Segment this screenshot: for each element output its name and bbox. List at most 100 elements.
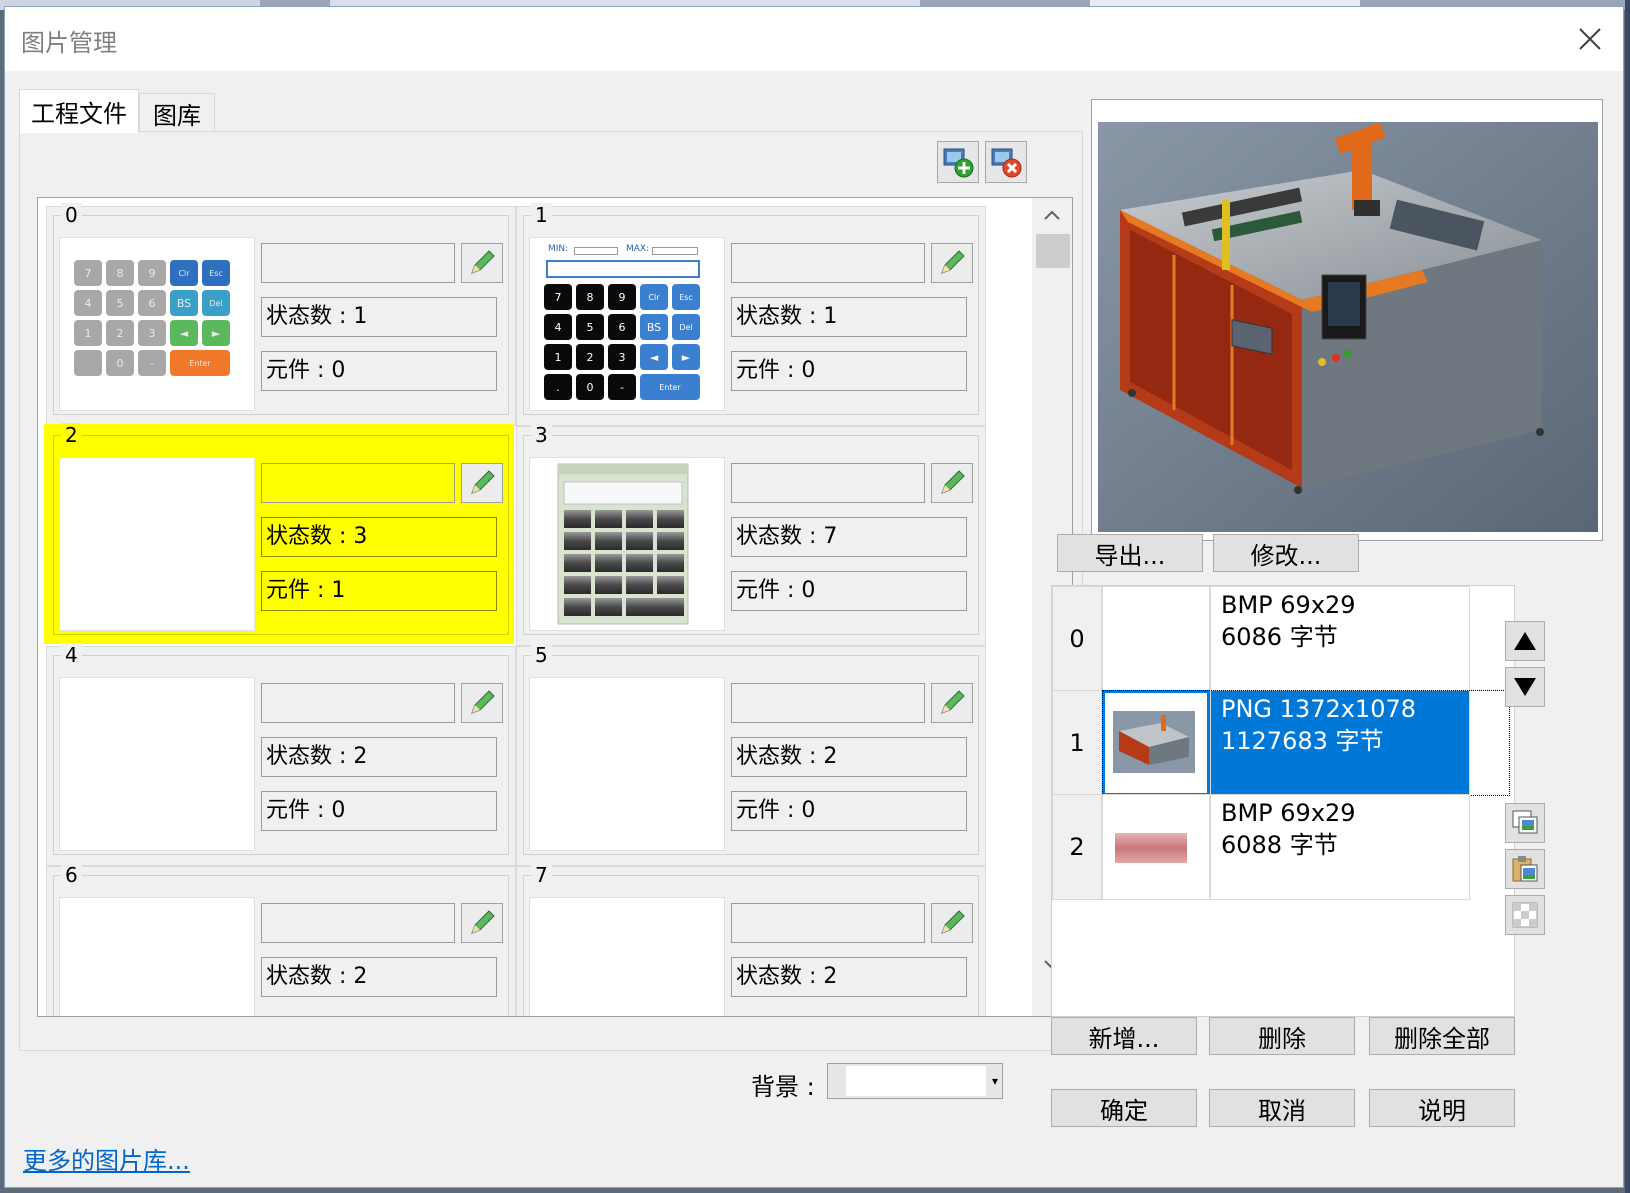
picture-name-field[interactable] [731,243,925,283]
export-button[interactable]: 导出... [1057,534,1203,572]
pencil-icon [471,250,495,274]
keypad-key: 7 [74,260,102,286]
machine-preview-image [1092,100,1602,540]
state-count: 状态数 : 2 [731,737,967,777]
calculator-key [657,554,684,572]
modify-button[interactable]: 修改... [1213,534,1359,572]
keypad-display [546,260,700,278]
edit-name-button[interactable] [931,463,973,503]
keypad-key: ► [672,344,700,370]
delete-button[interactable]: 删除 [1209,1017,1355,1055]
list-row[interactable]: 2 BMP 69x29 6088 字节 [1052,794,1472,900]
calculator-key [595,598,622,616]
keypad-key: 1 [74,320,102,346]
copy-image-button[interactable] [1505,803,1545,843]
picture-cell[interactable]: 4 状态数 : 2 元件 : 0 [46,643,516,866]
state-count: 状态数 : 1 [261,297,497,337]
calculator-key [564,532,591,550]
picture-name-field[interactable] [261,243,455,283]
state-count: 状态数 : 2 [261,737,497,777]
checkerboard-icon [1512,902,1538,928]
pencil-icon [941,910,965,934]
ok-button[interactable]: 确定 [1051,1089,1197,1127]
paste-image-button[interactable] [1505,849,1545,889]
state-count: 状态数 : 2 [261,957,497,997]
tab-gallery[interactable]: 图库 [139,93,215,133]
scroll-thumb[interactable] [1036,234,1070,268]
cell-index: 5 [531,643,552,667]
keypad-key: ► [202,320,230,346]
picture-thumbnail [59,457,255,631]
picture-thumbnail [59,677,255,851]
picture-name-field[interactable] [731,683,925,723]
picture-cell[interactable]: 0 7 8 9 Clr Esc 4 5 6 BS Del 1 2 3 ◄ ► 0- Enter 状态数 : 1 … [46,203,516,426]
close-icon [1579,28,1601,50]
keypad-key: 7 [544,284,572,310]
keypad-key: 5 [106,290,134,316]
delete-picture-icon [991,148,1022,178]
calculator-image [557,463,689,625]
picture-cell[interactable]: 3 状态数 : 7 元件 : 0 [516,423,986,646]
keypad-image: 7 8 9 Clr Esc 4 5 6 BS Del 1 2 3 ◄ ►. 0- Enter [544,284,704,408]
picture-cell[interactable]: 5 状态数 : 2 元件 : 0 [516,643,986,866]
keypad-key: 1 [544,344,572,370]
keypad-key: 6 [608,314,636,340]
edit-name-button[interactable] [931,903,973,943]
delete-all-button[interactable]: 删除全部 [1369,1017,1515,1055]
keypad-key: 6 [138,290,166,316]
image-format: PNG 1372x1078 [1221,695,1417,723]
scroll-up-arrow[interactable] [1032,198,1072,232]
edit-name-button[interactable] [931,683,973,723]
edit-name-button[interactable] [461,903,503,943]
component-count: 元件 : 0 [261,791,497,831]
edit-name-button[interactable] [461,683,503,723]
keypad-key: Clr [170,260,198,286]
picture-cell[interactable]: 1 MIN: MAX: 7 8 9 Clr Esc 4 5 6 BS Del 1 2 3 ◄ ►. 0- Ent… [516,203,986,426]
picture-name-field[interactable] [731,903,925,943]
keypad-key: BS [170,290,198,316]
row-index: 2 [1052,794,1102,900]
edit-name-button[interactable] [461,463,503,503]
row-info: BMP 69x29 6086 字节 [1210,586,1470,692]
picture-name-field[interactable] [261,683,455,723]
edit-name-button[interactable] [461,243,503,283]
picture-name-field[interactable] [731,463,925,503]
move-up-button[interactable] [1505,621,1545,661]
picture-cell-selected[interactable]: 2 状态数 : 3 元件 : 1 [44,423,514,644]
row-info: PNG 1372x1078 1127683 字节 [1210,690,1470,796]
tab-project-files[interactable]: 工程文件 [19,89,139,133]
transparency-button[interactable] [1505,895,1545,935]
cancel-button[interactable]: 取消 [1209,1089,1355,1127]
help-button[interactable]: 说明 [1369,1089,1515,1127]
add-picture-icon [943,148,974,178]
window-title: 图片管理 [21,29,117,57]
close-button[interactable] [1565,15,1615,63]
add-picture-button[interactable] [937,141,979,183]
picture-name-field[interactable] [261,463,455,503]
background-color-select[interactable]: ▾ [827,1063,1003,1099]
state-count: 状态数 : 7 [731,517,967,557]
row-thumbnail [1102,586,1210,692]
list-row[interactable]: 0 BMP 69x29 6086 字节 [1052,586,1472,692]
row-thumbnail [1102,690,1210,796]
more-galleries-link[interactable]: 更多的图片库... [23,1141,190,1176]
list-row-selected[interactable]: 1 PNG 1372x1078 1127683 字节 [1052,690,1510,796]
edit-name-button[interactable] [931,243,973,283]
cell-index: 3 [531,423,552,447]
picture-cell[interactable]: 6 状态数 : 2 [46,863,516,1016]
picture-name-field[interactable] [261,903,455,943]
image-preview [1091,99,1603,541]
calculator-key [626,554,653,572]
add-button[interactable]: 新增... [1051,1017,1197,1055]
move-down-button[interactable] [1505,667,1545,707]
cell-index: 4 [61,643,82,667]
delete-picture-button[interactable] [985,141,1027,183]
calculator-key [564,554,591,572]
component-count: 元件 : 1 [261,571,497,611]
picture-cell[interactable]: 7 状态数 : 2 [516,863,986,1016]
keypad-key: 5 [576,314,604,340]
keypad-key: - [138,350,166,376]
state-count: 状态数 : 2 [731,957,967,997]
picture-thumbnail: MIN: MAX: 7 8 9 Clr Esc 4 5 6 BS Del 1 2 3 ◄ ►. 0- Enter [529,237,725,411]
row-index: 0 [1052,586,1102,692]
